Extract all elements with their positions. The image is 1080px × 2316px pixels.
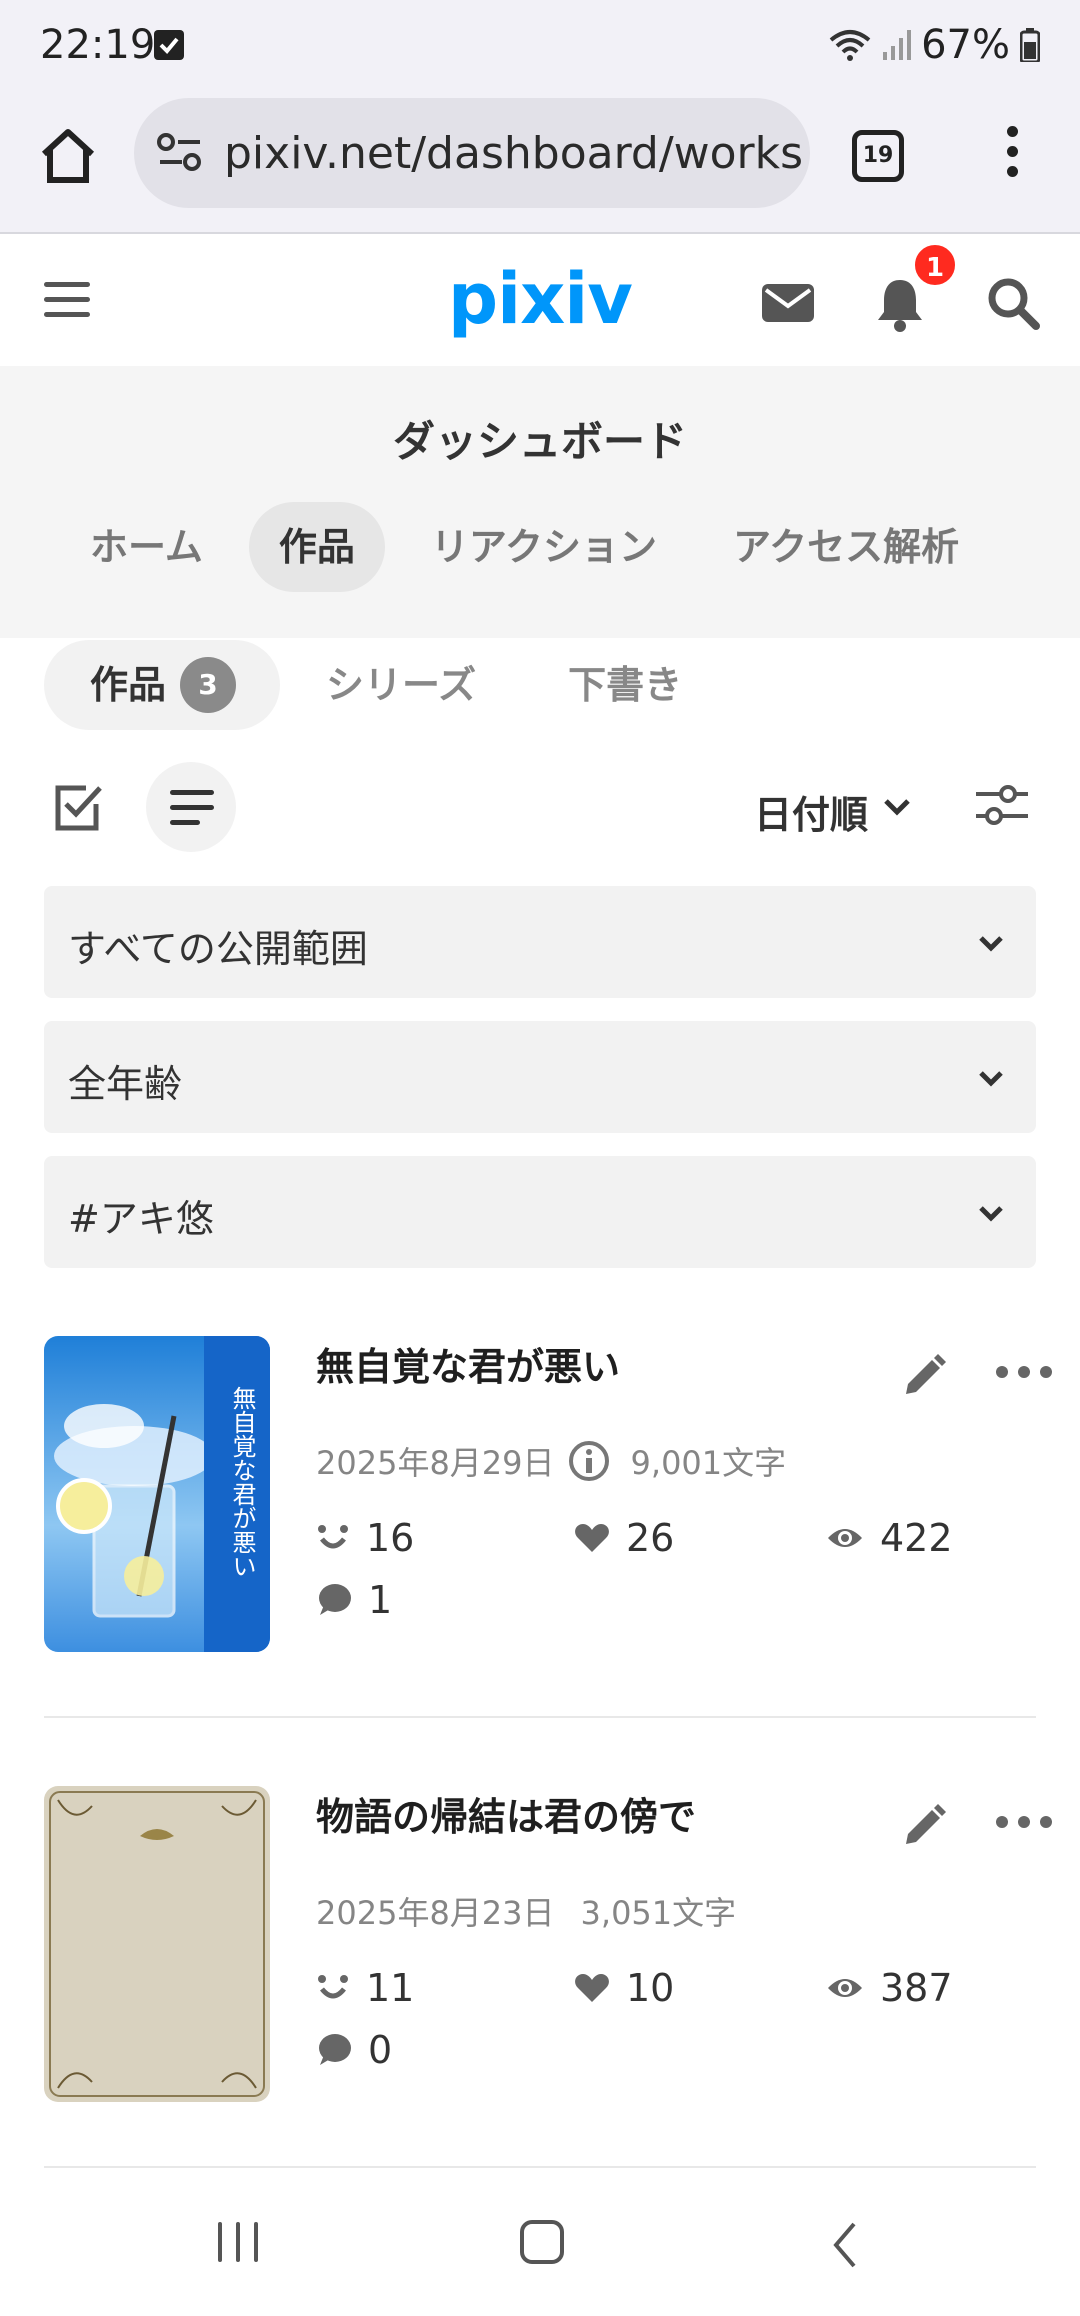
sort-dropdown[interactable]: 日付順: [754, 784, 868, 839]
battery-percent: 67%: [921, 22, 1010, 68]
reaction-count: 11: [366, 1966, 415, 2010]
work-meta: 2025年8月23日 3,051文字: [316, 1888, 736, 1934]
home-icon[interactable]: [36, 124, 100, 188]
subtab-works[interactable]: 作品 3: [44, 640, 281, 730]
tab-reactions[interactable]: リアクション: [401, 502, 687, 592]
subtab-drafts[interactable]: 下書き: [522, 640, 728, 730]
age-rating-filter-label: 全年齢: [68, 1062, 183, 1106]
view-count: 422: [880, 1516, 953, 1560]
system-navigation-bar: [0, 2184, 1080, 2316]
reaction-stat: 11: [316, 1966, 414, 2010]
view-stat: 422: [826, 1516, 953, 1560]
list-view-button[interactable]: [146, 762, 236, 852]
work-date: 2025年8月29日: [316, 1444, 555, 1482]
comment-count: 0: [368, 2028, 393, 2072]
pencil-edit-icon[interactable]: [900, 1802, 948, 1850]
signal-icon: [883, 30, 912, 60]
comment-bubble-icon: [319, 2034, 351, 2065]
like-stat: 10: [574, 1966, 674, 2010]
comment-stat: 0: [316, 2028, 392, 2072]
like-stat: 26: [574, 1516, 674, 1560]
work-title[interactable]: 無自覚な君が悪い: [316, 1336, 620, 1391]
battery-icon: [1020, 28, 1040, 62]
work-cover-image[interactable]: [44, 1786, 270, 2102]
tab-works[interactable]: 作品: [248, 502, 385, 592]
more-options-icon[interactable]: [996, 1816, 1052, 1830]
chevron-down-icon: [979, 936, 1003, 952]
info-icon[interactable]: [567, 1439, 611, 1483]
browser-menu-icon[interactable]: [996, 126, 1028, 186]
reaction-face-icon: [318, 1975, 348, 1999]
like-count: 10: [626, 1966, 675, 2010]
divider: [44, 1716, 1036, 1718]
chevron-down-icon: [979, 1206, 1003, 1222]
site-settings-icon[interactable]: [156, 128, 204, 176]
sub-tabs: 作品 3 シリーズ 下書き: [44, 640, 728, 730]
hamburger-menu-icon[interactable]: [44, 282, 90, 318]
checkbox-notification-icon: [154, 30, 184, 60]
back-icon[interactable]: [830, 2220, 860, 2270]
visibility-filter-label: すべての公開範囲: [68, 927, 368, 971]
eye-icon: [828, 1529, 862, 1547]
status-indicators: 67%: [829, 22, 1040, 68]
visibility-filter[interactable]: すべての公開範囲: [44, 886, 1036, 998]
pixiv-logo[interactable]: pixiv: [448, 258, 633, 340]
age-rating-filter[interactable]: 全年齢: [44, 1021, 1036, 1133]
work-char-count: 9,001文字: [630, 1444, 787, 1482]
tag-filter[interactable]: #アキ悠: [44, 1156, 1036, 1268]
subtab-works-label: 作品: [90, 663, 167, 707]
works-count-badge: 3: [180, 657, 237, 713]
work-cover-image[interactable]: 無自覚な君が悪い: [44, 1336, 270, 1652]
subtab-series[interactable]: シリーズ: [280, 640, 522, 730]
search-icon[interactable]: [986, 276, 1042, 332]
reaction-stat: 16: [316, 1516, 414, 1560]
divider: [44, 2166, 1036, 2168]
more-options-icon[interactable]: [996, 1366, 1052, 1380]
eye-icon: [828, 1979, 862, 1997]
work-date: 2025年8月23日: [316, 1894, 555, 1932]
select-mode-icon[interactable]: [52, 780, 106, 834]
url-text[interactable]: pixiv.net/dashboard/works: [224, 128, 803, 179]
work-cover-title: 無自覚な君が悪い: [228, 1386, 256, 1578]
status-bar: 22:19 67%: [0, 0, 1080, 96]
address-bar[interactable]: pixiv.net/dashboard/works: [134, 98, 810, 208]
dashboard-section: ダッシュボード ホーム 作品 リアクション アクセス解析: [0, 366, 1080, 638]
status-time: 22:19: [40, 22, 156, 68]
notification-badge: 1: [912, 242, 958, 288]
comment-stat: 1: [316, 1578, 392, 1622]
mail-icon[interactable]: [760, 280, 816, 324]
work-item[interactable]: 無自覚な君が悪い 無自覚な君が悪い 2025年8月29日 9,001文字 16 …: [44, 1336, 1052, 1656]
home-button-icon[interactable]: [520, 2220, 564, 2264]
reaction-face-icon: [318, 1525, 348, 1549]
view-stat: 387: [826, 1966, 953, 2010]
page-title: ダッシュボード: [392, 417, 687, 466]
browser-toolbar: pixiv.net/dashboard/works 19: [0, 96, 1080, 234]
reaction-count: 16: [366, 1516, 415, 1560]
chevron-down-icon[interactable]: [882, 792, 912, 822]
like-count: 26: [626, 1516, 675, 1560]
filter-settings-icon[interactable]: [974, 780, 1030, 830]
work-item[interactable]: 物語の帰結は君の傍で 2025年8月23日 3,051文字 11 10 387 …: [44, 1786, 1052, 2106]
tab-analytics[interactable]: アクセス解析: [703, 502, 989, 592]
chevron-down-icon: [979, 1071, 1003, 1087]
tab-switcher-button[interactable]: 19: [852, 130, 904, 182]
tab-home[interactable]: ホーム: [60, 502, 233, 592]
pencil-edit-icon[interactable]: [900, 1352, 948, 1400]
heart-icon: [575, 1974, 609, 2002]
wifi-icon: [829, 30, 871, 61]
work-meta: 2025年8月29日 9,001文字: [316, 1438, 786, 1484]
tag-filter-label: #アキ悠: [68, 1197, 214, 1241]
heart-icon: [575, 1524, 609, 1552]
recent-apps-icon[interactable]: [218, 2222, 258, 2262]
comment-count: 1: [368, 1578, 393, 1622]
dashboard-tabs: ホーム 作品 リアクション アクセス解析: [60, 502, 1005, 592]
view-count: 387: [880, 1966, 953, 2010]
work-char-count: 3,051文字: [580, 1894, 737, 1932]
work-title[interactable]: 物語の帰結は君の傍で: [316, 1786, 696, 1841]
comment-bubble-icon: [319, 1584, 351, 1615]
